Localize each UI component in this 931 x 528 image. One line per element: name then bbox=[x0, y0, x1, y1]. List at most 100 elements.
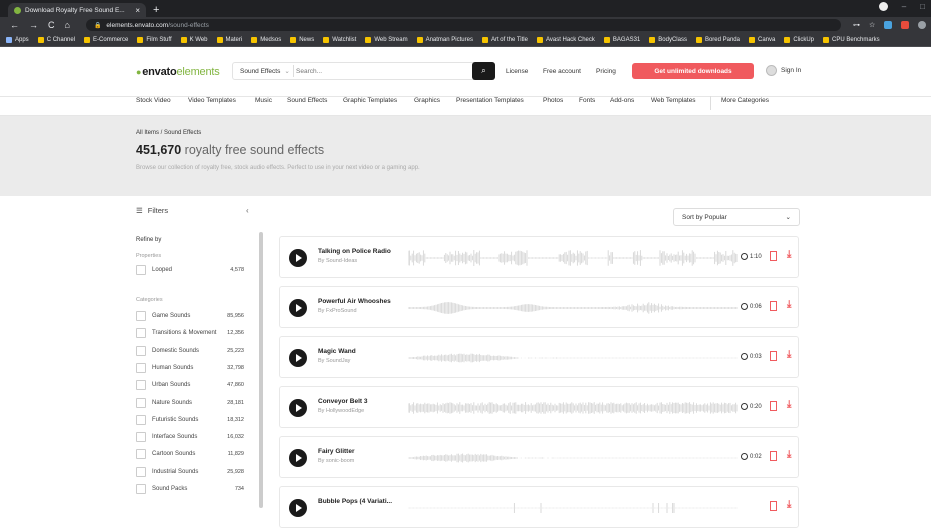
bookmark-item[interactable]: Canva bbox=[748, 36, 775, 43]
extension-icon[interactable] bbox=[884, 21, 893, 29]
sound-author[interactable]: By Sound-Ideas bbox=[318, 258, 357, 264]
search-input[interactable] bbox=[296, 63, 471, 79]
bookmark-icon[interactable] bbox=[770, 501, 777, 511]
sound-title[interactable]: Powerful Air Whooshes bbox=[318, 298, 391, 305]
filters-header[interactable]: ☰ Filters bbox=[136, 206, 168, 215]
profile-icon[interactable] bbox=[878, 2, 888, 11]
url-bar[interactable]: 🔒 elements.envato.com/sound-effects bbox=[85, 19, 841, 31]
sound-author[interactable]: By HollywoodEdge bbox=[318, 408, 364, 414]
filter-option[interactable]: Interface Sounds 16,032 bbox=[136, 431, 244, 443]
checkbox[interactable] bbox=[136, 449, 146, 460]
bookmark-item[interactable]: Medsos bbox=[251, 36, 281, 43]
sound-title[interactable]: Magic Wand bbox=[318, 348, 356, 355]
nav-graphic-templates[interactable]: Graphic Templates bbox=[343, 97, 397, 104]
bookmark-item[interactable]: BAGAS31 bbox=[603, 36, 640, 43]
search-category-dropdown[interactable]: Sound Effects ⌄ bbox=[232, 65, 294, 77]
pricing-link[interactable]: Pricing bbox=[596, 68, 616, 75]
filter-option[interactable]: Domestic Sounds 25,223 bbox=[136, 345, 244, 357]
filter-option[interactable]: Game Sounds 85,956 bbox=[136, 310, 244, 322]
nav-video-templates[interactable]: Video Templates bbox=[188, 97, 236, 104]
nav-graphics[interactable]: Graphics bbox=[414, 97, 440, 104]
filter-option[interactable]: Futuristic Sounds 18,312 bbox=[136, 414, 244, 426]
download-icon[interactable]: ⤓ bbox=[787, 499, 791, 510]
bookmark-item[interactable]: Art of the Title bbox=[481, 36, 528, 43]
home-icon[interactable]: ⌂ bbox=[65, 20, 70, 30]
play-icon[interactable] bbox=[289, 349, 307, 367]
breadcrumb[interactable]: All Items / Sound Effects bbox=[136, 130, 201, 136]
nav-photos[interactable]: Photos bbox=[543, 97, 563, 104]
bookmark-item[interactable]: CPU Benchmarks bbox=[823, 36, 880, 43]
sound-author[interactable]: By sonic-boom bbox=[318, 458, 354, 464]
play-icon[interactable] bbox=[289, 249, 307, 267]
sidebar-scrollbar[interactable] bbox=[259, 232, 263, 508]
nav-more-categories[interactable]: More Categories bbox=[721, 97, 769, 104]
bookmark-icon[interactable] bbox=[770, 451, 777, 461]
nav-sound-effects[interactable]: Sound Effects bbox=[287, 97, 327, 104]
reload-icon[interactable]: C bbox=[48, 20, 55, 30]
play-icon[interactable] bbox=[289, 499, 307, 517]
download-icon[interactable]: ⤓ bbox=[787, 349, 791, 360]
waveform[interactable] bbox=[408, 298, 738, 318]
bookmark-item[interactable]: K Web bbox=[180, 36, 208, 43]
filter-option[interactable]: Sound Packs 734 bbox=[136, 483, 244, 495]
get-unlimited-downloads-button[interactable]: Get unlimited downloads bbox=[632, 63, 754, 79]
sign-in-button[interactable]: Sign In bbox=[766, 65, 801, 76]
waveform[interactable] bbox=[408, 348, 738, 368]
download-icon[interactable]: ⤓ bbox=[787, 299, 791, 310]
play-icon[interactable] bbox=[289, 299, 307, 317]
nav-add-ons[interactable]: Add-ons bbox=[610, 97, 634, 104]
sound-result-card[interactable]: Talking on Police Radio By Sound-Ideas 1:1… bbox=[279, 236, 799, 278]
bookmark-item[interactable]: Web Stream bbox=[365, 36, 408, 43]
collapse-filters-icon[interactable]: ‹ bbox=[246, 206, 249, 215]
download-icon[interactable]: ⤓ bbox=[787, 249, 791, 260]
download-icon[interactable]: ⤓ bbox=[787, 449, 791, 460]
back-icon[interactable]: ← bbox=[10, 20, 19, 30]
checkbox[interactable] bbox=[136, 311, 146, 321]
sound-title[interactable]: Conveyor Belt 3 bbox=[318, 398, 368, 405]
bookmark-item[interactable]: C Channel bbox=[37, 36, 75, 43]
sound-result-card[interactable]: Bubble Pops (4 Variati... ⤓ bbox=[279, 486, 799, 528]
sound-author[interactable]: By SoundJay bbox=[318, 358, 350, 364]
bookmark-item[interactable]: Watchlist bbox=[323, 36, 356, 43]
new-tab-button[interactable]: + bbox=[153, 4, 159, 16]
tab-close-icon[interactable]: × bbox=[135, 6, 140, 15]
bookmark-icon[interactable] bbox=[770, 351, 777, 361]
nav-presentation-templates[interactable]: Presentation Templates bbox=[456, 97, 524, 104]
play-icon[interactable] bbox=[289, 399, 307, 417]
checkbox[interactable] bbox=[136, 432, 146, 443]
checkbox[interactable] bbox=[136, 466, 146, 477]
star-icon[interactable]: ☆ bbox=[869, 21, 875, 29]
filter-option[interactable]: Human Sounds 32,798 bbox=[136, 362, 244, 374]
extension-icon[interactable] bbox=[901, 21, 910, 29]
sound-title[interactable]: Fairy Glitter bbox=[318, 448, 354, 455]
sound-result-card[interactable]: Magic Wand By SoundJay 0:03 ⤓ bbox=[279, 336, 799, 378]
bookmark-item[interactable]: News bbox=[290, 36, 314, 43]
nav-music[interactable]: Music bbox=[255, 97, 272, 104]
bookmark-item[interactable]: ClickUp bbox=[784, 36, 814, 43]
nav-stock-video[interactable]: Stock Video bbox=[136, 97, 171, 104]
sound-result-card[interactable]: Powerful Air Whooshes By FxProSound 0:06 ⤓ bbox=[279, 286, 799, 328]
search-button[interactable]: ⌕ bbox=[472, 62, 495, 80]
sort-dropdown[interactable]: Sort by Popular ⌄ bbox=[673, 208, 800, 226]
bookmark-item[interactable]: BodyClass bbox=[649, 36, 687, 43]
filter-option[interactable]: Looped 4,578 bbox=[136, 264, 244, 276]
waveform[interactable] bbox=[408, 498, 738, 518]
bookmark-item[interactable]: Anatman Pictures bbox=[416, 36, 473, 43]
waveform[interactable] bbox=[408, 448, 738, 468]
sound-result-card[interactable]: Fairy Glitter By sonic-boom 0:02 ⤓ bbox=[279, 436, 799, 478]
download-icon[interactable]: ⤓ bbox=[787, 399, 791, 410]
checkbox[interactable] bbox=[136, 380, 146, 391]
bookmark-icon[interactable] bbox=[770, 301, 777, 311]
maximize-icon[interactable]: □ bbox=[920, 2, 925, 11]
filter-option[interactable]: Transitions & Movement 12,356 bbox=[136, 327, 244, 339]
forward-icon[interactable]: → bbox=[29, 20, 38, 30]
browser-tab[interactable]: Download Royalty Free Sound E... × bbox=[8, 3, 146, 17]
filter-option[interactable]: Nature Sounds 28,181 bbox=[136, 397, 244, 409]
nav-web-templates[interactable]: Web Templates bbox=[651, 97, 696, 104]
checkbox[interactable] bbox=[136, 265, 146, 275]
filter-option[interactable]: Cartoon Sounds 11,829 bbox=[136, 448, 244, 460]
bookmark-item[interactable]: Film Stuff bbox=[137, 36, 172, 43]
filter-option[interactable]: Urban Sounds 47,860 bbox=[136, 379, 244, 391]
key-icon[interactable]: ⊶ bbox=[853, 21, 860, 29]
play-icon[interactable] bbox=[289, 449, 307, 467]
